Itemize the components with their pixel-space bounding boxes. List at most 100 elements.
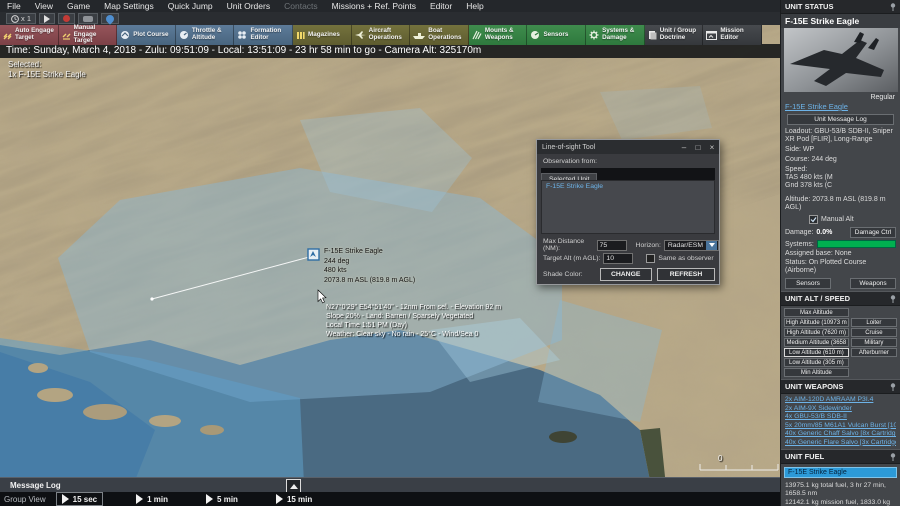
- auto-engage-label: Auto Engage Target: [15, 27, 54, 41]
- time-step-15sec[interactable]: 15 sec: [55, 492, 104, 506]
- selected-value: 1x F-15E Strike Eagle: [8, 70, 86, 79]
- manual-engage-target-button[interactable]: Manual Engage Target: [58, 23, 118, 45]
- observer-list-item[interactable]: F-15E Strike Eagle: [542, 181, 714, 192]
- menu-game[interactable]: Game: [60, 0, 97, 12]
- aircraft-operations-button[interactable]: Aircraft Operations: [351, 25, 411, 45]
- play-button[interactable]: [39, 13, 56, 24]
- speed-label: Speed:: [785, 166, 808, 173]
- max-distance-row: Max Distance (NM): Horizon: Radar/ESM: [543, 238, 719, 252]
- menu-missions-ref-points[interactable]: Missions + Ref. Points: [325, 0, 423, 12]
- menu-quick-jump[interactable]: Quick Jump: [161, 0, 220, 12]
- weapon-link-sidewinder[interactable]: 2x AIM-9X Sidewinder: [785, 405, 896, 414]
- unit-database-link[interactable]: F-15E Strike Eagle: [781, 101, 900, 112]
- weapon-link-flare[interactable]: 40x Generic Flare Salvo [3x Cartridges, …: [785, 439, 896, 448]
- los-dialog-titlebar[interactable]: Line-of-sight Tool – □ ×: [537, 140, 719, 154]
- menu-help[interactable]: Help: [459, 0, 490, 12]
- time-step-15min[interactable]: 15 min: [271, 493, 317, 505]
- menu-unit-orders[interactable]: Unit Orders: [220, 0, 277, 12]
- aircraft-operations-label: Aircraft Operations: [368, 27, 402, 41]
- fuel-selected-unit[interactable]: F-15E Strike Eagle: [784, 467, 897, 478]
- message-log-bar[interactable]: Message Log: [0, 477, 780, 493]
- cursor-weather: Weather: Clear sky - No rain - 25°C - Wi…: [326, 331, 479, 338]
- pin-icon[interactable]: [890, 382, 896, 391]
- weapon-link-vulcan[interactable]: 5x 20mm/85 M61A1 Vulcan Burst [100 rnds: [785, 422, 896, 431]
- max-altitude-button[interactable]: Max Altitude: [784, 308, 849, 317]
- auto-engage-target-button[interactable]: Auto Engage Target: [0, 25, 59, 45]
- camera-button[interactable]: [78, 13, 99, 24]
- time-compression-control[interactable]: x 1: [6, 13, 37, 24]
- shade-color-row: Shade Color: CHANGE REFRESH: [543, 268, 715, 281]
- fuel-total: 13975.1 kg total fuel, 3 hr 27 min, 1658…: [785, 482, 886, 498]
- sensors-button-toolbar[interactable]: Sensors: [527, 25, 587, 45]
- observer-list[interactable]: F-15E Strike Eagle: [541, 180, 715, 234]
- cursor-terrain: Slope 20% - Land: Barren / Sparsely Vege…: [326, 313, 474, 320]
- horizon-select[interactable]: Radar/ESM: [663, 239, 719, 251]
- low-altitude-305-button[interactable]: Low Altitude (305 m): [784, 358, 849, 367]
- pin-icon[interactable]: [890, 452, 896, 461]
- refresh-button[interactable]: REFRESH: [657, 268, 715, 281]
- time-step-1min[interactable]: 1 min: [131, 493, 173, 505]
- close-button[interactable]: ×: [705, 143, 719, 152]
- weapon-link-chaff[interactable]: 40x Generic Chaff Salvo [8x Cartridges]: [785, 430, 896, 439]
- menu-editor[interactable]: Editor: [423, 0, 459, 12]
- medium-altitude-button[interactable]: Medium Altitude (3658: [784, 338, 849, 347]
- unit-alt-speed-header: UNIT ALT / SPEED: [781, 291, 900, 306]
- tactical-map[interactable]: [0, 0, 900, 506]
- plot-course-button[interactable]: Plot Course: [117, 25, 176, 45]
- speed-tas: TAS 480 kts (M: [785, 174, 833, 181]
- menu-map-settings[interactable]: Map Settings: [97, 0, 161, 12]
- throttle-altitude-button[interactable]: Throttle & Altitude: [175, 25, 235, 45]
- systems-status-bar: [816, 240, 896, 248]
- mission-editor-button[interactable]: Mission Editor: [703, 25, 762, 45]
- menu-file[interactable]: File: [0, 0, 28, 12]
- play-icon: [206, 494, 214, 504]
- weapons-panel-button[interactable]: Weapons: [850, 278, 896, 289]
- loiter-button[interactable]: Loiter: [850, 318, 897, 327]
- high-altitude-7620-button[interactable]: High Altitude (7620 m): [784, 328, 849, 337]
- mounts-weapons-button[interactable]: Mounts & Weapons: [468, 25, 528, 45]
- unit-photo: [784, 28, 898, 92]
- pin-icon[interactable]: [890, 294, 896, 303]
- military-button[interactable]: Military: [850, 338, 897, 347]
- menu-view[interactable]: View: [28, 0, 60, 12]
- systems-damage-button[interactable]: Systems & Damage: [586, 25, 645, 45]
- weapon-link-sdb[interactable]: 4x GBU-53/B SDB-II: [785, 413, 896, 422]
- manual-alt-checkbox[interactable]: [809, 215, 818, 224]
- max-distance-input[interactable]: [596, 239, 627, 251]
- map-unit-label[interactable]: F-15E Strike Eagle 244 deg 480 kts 2073.…: [324, 247, 415, 285]
- formation-editor-button[interactable]: Formation Editor: [234, 25, 294, 45]
- low-altitude-610-button[interactable]: Low Altitude (610 m): [784, 348, 849, 357]
- damage-ctrl-button[interactable]: Damage Ctrl: [850, 227, 896, 238]
- manual-engage-label: Manual Engage Target: [73, 23, 97, 45]
- boat-operations-button[interactable]: Boat Operations: [410, 25, 469, 45]
- altitude-text: Altitude: 2073.8 m ASL (819.8 m AGL): [785, 196, 886, 211]
- damage-row: Damage: 0.0% Damage Ctrl: [781, 226, 900, 239]
- time-step-5min[interactable]: 5 min: [201, 493, 243, 505]
- f15e-photo-graphic: [784, 28, 898, 92]
- message-log-expand-button[interactable]: [286, 479, 301, 493]
- cruise-button[interactable]: Cruise: [850, 328, 897, 337]
- cursor-local-time: Local Time 1:51 PM (Day): [326, 322, 407, 329]
- magazines-icon: [297, 32, 305, 39]
- min-altitude-button[interactable]: Min Altitude: [784, 368, 849, 377]
- boat-operations-label: Boat Operations: [428, 27, 462, 41]
- unit-message-log-button[interactable]: Unit Message Log: [787, 114, 894, 125]
- weapon-link-amraam[interactable]: 2x AIM-120D AMRAAM P3I.4: [785, 396, 896, 405]
- unit-status-panel: UNIT STATUS F-15E Strike Eagle Regular F…: [780, 0, 900, 506]
- line-of-sight-dialog: Line-of-sight Tool – □ × Observation fro…: [536, 139, 720, 285]
- high-altitude-10973-button[interactable]: High Altitude (10973 m: [784, 318, 849, 327]
- minimize-button[interactable]: –: [677, 143, 691, 152]
- sensors-panel-button[interactable]: Sensors: [785, 278, 831, 289]
- same-as-observer-checkbox[interactable]: [646, 254, 656, 263]
- record-button[interactable]: [58, 13, 76, 24]
- target-alt-input[interactable]: [603, 253, 634, 264]
- horizon-value: Radar/ESM: [667, 241, 703, 249]
- bookmark-button[interactable]: [101, 12, 120, 25]
- map-unit-name: F-15E Strike Eagle: [324, 248, 383, 255]
- unit-group-doctrine-button[interactable]: Unit / Group Doctrine: [644, 25, 704, 45]
- pin-icon[interactable]: [890, 2, 896, 11]
- maximize-button[interactable]: □: [691, 143, 705, 152]
- afterburner-button[interactable]: Afterburner: [850, 348, 897, 357]
- magazines-button[interactable]: Magazines: [293, 25, 352, 45]
- change-button[interactable]: CHANGE: [599, 268, 652, 281]
